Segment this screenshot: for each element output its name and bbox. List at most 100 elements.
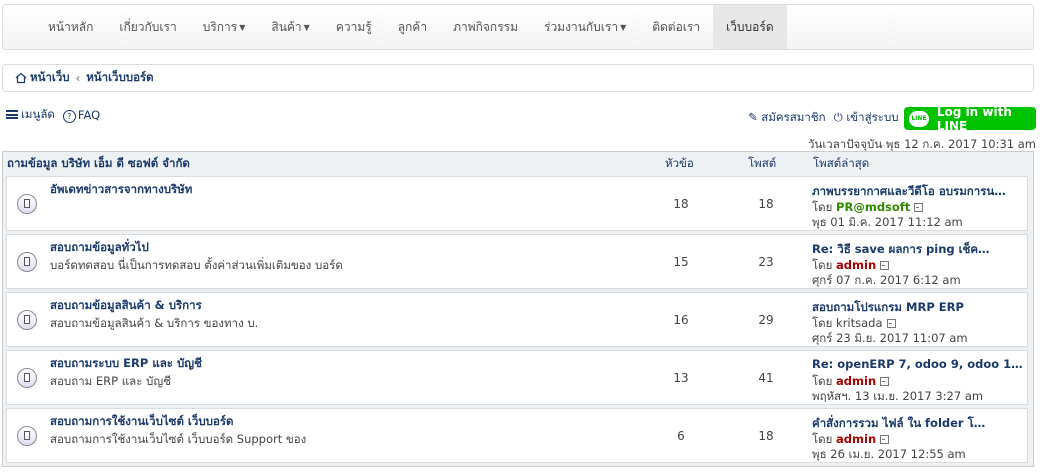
nav-item-label: ความรู้ (335, 20, 372, 34)
last-post-title-link[interactable]: Re: openERP 7, odoo 9, odoo 1… (812, 357, 1023, 371)
forum-read-icon (17, 426, 37, 446)
header-topics: หัวข้อ (665, 156, 694, 170)
view-latest-post-icon[interactable] (914, 203, 924, 212)
breadcrumb-home-link[interactable]: หน้าเว็บ (30, 69, 70, 87)
forum-row: อัพเดทข่าวสารจากทางบริษัท 18 18 ภาพบรรยากาศ… (6, 176, 1028, 231)
nav-item-label: บริการ (202, 20, 238, 34)
nav-item-3[interactable]: สินค้า ▼ (258, 5, 322, 49)
forum-read-icon (17, 368, 37, 388)
nav-item-2[interactable]: บริการ ▼ (190, 5, 259, 49)
forum-read-icon (17, 310, 37, 330)
forum-title-link[interactable]: สอบถามข้อมูลทั่วไป (50, 239, 149, 257)
by-label: โดย (812, 258, 833, 272)
forum-row: สอบถามข้อมูลทั่วไป บอร์ดทดสอบ นี่เป็นการท… (6, 234, 1028, 289)
category-title-link[interactable]: ถามข้อมูล บริษัท เอ็ม ดี ซอฟต์ จำกัด (7, 155, 190, 173)
nav-item-label: เว็บบอร์ด (726, 20, 774, 34)
by-label: โดย (812, 374, 833, 388)
header-posts: โพสต์ (748, 156, 777, 170)
login-label: เข้าสู่ระบบ (846, 110, 899, 124)
view-latest-post-icon[interactable] (880, 435, 890, 444)
register-label: สมัครสมาชิก (761, 110, 826, 124)
nav-item-label: ติดต่อเรา (652, 20, 701, 34)
last-post-date: ศุกร์ 23 มิ.ย. 2017 11:07 am (812, 331, 968, 345)
quick-menu-link[interactable]: เมนูลัด (6, 106, 55, 124)
breadcrumb: หน้าเว็บ ‹ หน้าเว็บบอร์ด (2, 64, 1034, 92)
forum-read-icon (17, 252, 37, 272)
forum-title-link[interactable]: สอบถามระบบ ERP และ บัญชี (50, 355, 202, 373)
forum-list: ถามข้อมูล บริษัท เอ็ม ดี ซอฟต์ จำกัด หัว… (2, 151, 1034, 467)
power-icon: ⏻ (833, 110, 843, 124)
forum-description: สอบถามข้อมูลสินค้า & บริการ ของทาง บ. (50, 316, 259, 330)
caret-down-icon: ▼ (303, 23, 310, 32)
nav-item-label: เกี่ยวกับเรา (119, 20, 177, 34)
nav-item-0[interactable]: หน้าหลัก (35, 5, 106, 49)
forum-row: สอบถามการใช้งานเว็บไซต์ เว็บบอร์ด สอบถามก… (6, 408, 1028, 463)
home-icon (15, 72, 27, 84)
forum-description: บอร์ดทดสอบ นี่เป็นการทดสอบ ตั้งค่าส่วนเพ… (50, 258, 343, 272)
last-post-date: ศุกร์ 07 ก.ค. 2017 6:12 am (812, 273, 961, 287)
by-label: โดย (812, 432, 833, 446)
breadcrumb-separator: ‹ (75, 71, 81, 85)
forum-description: สอบถามการใช้งานเว็บไซต์ เว็บบอร์ด Suppor… (50, 432, 307, 446)
line-login-button[interactable]: LINE Log in with LINE (904, 104, 1036, 133)
nav-item-8[interactable]: ติดต่อเรา (639, 5, 713, 49)
register-link[interactable]: ✎ สมัครสมาชิก (748, 109, 826, 127)
faq-link[interactable]: ? FAQ (62, 107, 101, 123)
forum-row: สอบถามระบบ ERP และ บัญชี สอบถาม ERP และ บ… (6, 350, 1028, 405)
last-post-user-link[interactable]: admin (836, 258, 876, 272)
forum-topic-count: 6 (677, 429, 685, 443)
view-latest-post-icon[interactable] (880, 377, 890, 386)
nav-item-6[interactable]: ภาพกิจกรรม (440, 5, 531, 49)
view-latest-post-icon[interactable] (886, 319, 896, 328)
nav-item-label: ลูกค้า (397, 20, 428, 34)
forum-topic-count: 18 (673, 197, 689, 211)
last-post-date: พุธ 01 มิ.ค. 2017 11:12 am (812, 215, 963, 229)
forum-title-link[interactable]: อัพเดทข่าวสารจากทางบริษัท (50, 181, 192, 199)
nav-item-label: ร่วมงานกับเรา (544, 20, 619, 34)
forum-topic-count: 13 (673, 371, 689, 385)
nav-list: หน้าหลัก เกี่ยวกับเรา บริการ ▼ สินค้า ▼ ความรู… (3, 5, 1033, 49)
nav-item-5[interactable]: ลูกค้า (385, 5, 440, 49)
forum-post-count: 29 (758, 313, 774, 327)
last-post-user-link[interactable]: admin (836, 374, 876, 388)
last-post-user-link[interactable]: admin (836, 432, 876, 446)
help-icon: ? (62, 109, 76, 123)
forum-title-link[interactable]: สอบถามการใช้งานเว็บไซต์ เว็บบอร์ด (50, 413, 233, 431)
forum-header: ถามข้อมูล บริษัท เอ็ม ดี ซอฟต์ จำกัด หัว… (3, 152, 1033, 176)
menu-icon (6, 110, 18, 119)
quick-links: เมนูลัด ? FAQ (6, 106, 100, 124)
forum-row: สอบถามข้อมูลสินค้า & บริการ สอบถามข้อมูลส… (6, 292, 1028, 347)
line-login-label: Log in with LINE (936, 104, 1012, 133)
nav-item-label: สินค้า (271, 20, 302, 34)
forum-post-count: 23 (758, 255, 774, 269)
forum-read-icon (17, 194, 37, 214)
forum-post-count: 41 (758, 371, 774, 385)
forum-title-link[interactable]: สอบถามข้อมูลสินค้า & บริการ (50, 297, 202, 315)
nav-item-label: ภาพกิจกรรม (453, 20, 518, 34)
forum-topic-count: 16 (673, 313, 689, 327)
forum-description: สอบถาม ERP และ บัญชี (50, 374, 171, 388)
last-post-user-link[interactable]: PR@mdsoft (836, 200, 910, 214)
nav-item-9[interactable]: เว็บบอร์ด (713, 5, 787, 49)
last-post-date: พฤหัสฯ. 13 เม.ย. 2017 3:27 am (812, 389, 984, 403)
caret-down-icon: ▼ (620, 23, 627, 32)
last-post-date: พุธ 26 เม.ย. 2017 12:55 am (812, 447, 966, 461)
faq-label: FAQ (77, 107, 101, 122)
nav-item-1[interactable]: เกี่ยวกับเรา (106, 5, 189, 49)
nav-item-label: หน้าหลัก (48, 20, 94, 34)
line-logo-icon: LINE (909, 110, 929, 127)
forum-post-count: 18 (758, 197, 774, 211)
login-link[interactable]: ⏻ เข้าสู่ระบบ (834, 109, 899, 127)
quick-menu-label: เมนูลัด (21, 107, 55, 121)
nav-item-7[interactable]: ร่วมงานกับเรา ▼ (531, 5, 639, 49)
breadcrumb-current-link[interactable]: หน้าเว็บบอร์ด (86, 69, 153, 87)
by-label: โดย (812, 200, 833, 214)
forum-post-count: 18 (758, 429, 774, 443)
nav-item-4[interactable]: ความรู้ (323, 5, 385, 49)
top-navigation: หน้าหลัก เกี่ยวกับเรา บริการ ▼ สินค้า ▼ ความรู… (2, 4, 1034, 50)
register-icon: ✎ (748, 110, 758, 124)
last-post-user-link[interactable]: kritsada (836, 316, 882, 330)
by-label: โดย (812, 316, 833, 330)
view-latest-post-icon[interactable] (880, 261, 890, 270)
forum-topic-count: 15 (673, 255, 689, 269)
